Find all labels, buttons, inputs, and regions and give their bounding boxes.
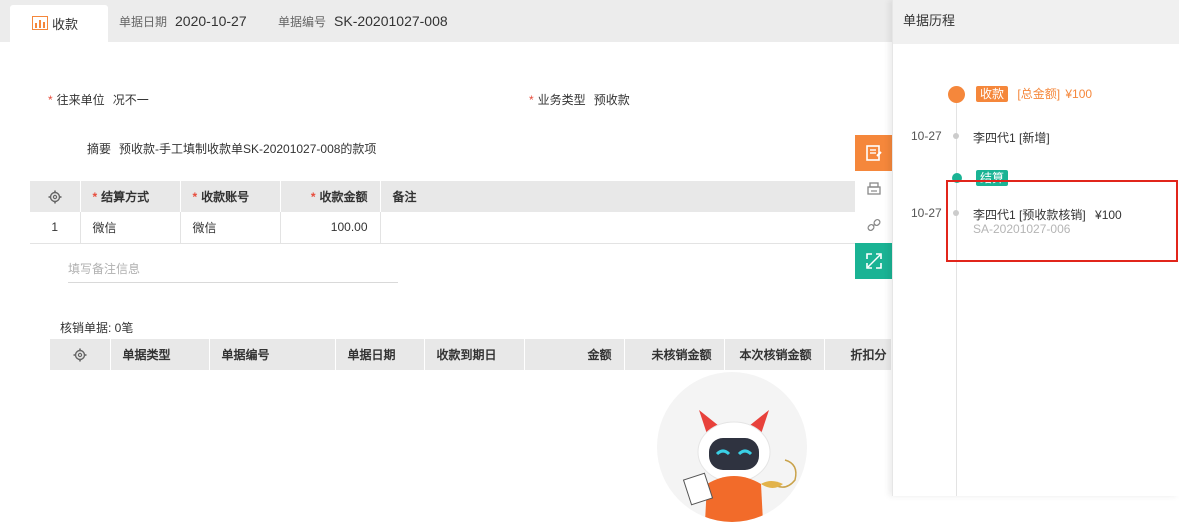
mascot-illustration	[682, 410, 797, 522]
partner-field[interactable]: * 往来单位 况不一	[48, 91, 149, 108]
required-mark: *	[92, 190, 98, 204]
expand-icon	[865, 253, 882, 269]
print-button[interactable]	[855, 171, 892, 207]
history-title: 单据历程	[893, 0, 1179, 44]
edit-note-button[interactable]	[855, 135, 892, 171]
print-icon	[866, 182, 881, 195]
col-amount-label: 收款金额	[319, 190, 368, 204]
tab-label: 收款	[52, 17, 79, 32]
event-date: 10-27	[911, 129, 942, 143]
col-amount: * 收款金额	[280, 181, 381, 212]
required-mark: *	[192, 190, 198, 204]
timeline-node-receipt	[948, 86, 965, 103]
timeline-line	[956, 95, 957, 496]
verify-table-header: 单据类型 单据编号 单据日期 收款到期日 金额 未核销金额 本次核销金额 折扣分	[50, 339, 892, 370]
doc-number: 单据编号 SK-20201027-008	[278, 13, 448, 30]
highlight-box	[946, 180, 1178, 262]
event-date: 10-27	[911, 206, 942, 220]
biztype-value: 预收款	[593, 93, 630, 107]
expand-button[interactable]	[855, 243, 892, 279]
chart-icon	[32, 16, 48, 30]
gear-icon	[73, 348, 87, 362]
col-account-label: 收款账号	[201, 190, 250, 204]
timeline-event-total: 收款 [总金额] ¥100	[976, 85, 1092, 102]
required-mark: *	[529, 93, 534, 107]
link-icon	[866, 218, 881, 232]
doc-date: 单据日期 2020-10-27	[119, 13, 247, 30]
row-method[interactable]: 微信	[80, 212, 181, 244]
payment-table: * 结算方式 * 收款账号 * 收款金额 备注 1 微信 微信 100.00	[30, 181, 892, 244]
partner-value: 况不一	[112, 93, 149, 107]
row-remark[interactable]	[380, 212, 892, 244]
remark-input[interactable]	[68, 256, 398, 283]
payment-table-header: * 结算方式 * 收款账号 * 收款金额 备注	[30, 181, 892, 212]
row-account[interactable]: 微信	[180, 212, 281, 244]
tab-receipt[interactable]: 收款	[10, 5, 108, 42]
verify-count-label: 核销单据: 0笔	[60, 321, 134, 335]
col-account: * 收款账号	[180, 181, 281, 212]
edit-note-icon	[865, 145, 882, 161]
verify-table-settings[interactable]	[50, 339, 111, 370]
doc-date-label: 单据日期	[119, 15, 168, 29]
required-mark: *	[310, 190, 316, 204]
biztype-label: 业务类型	[537, 93, 586, 107]
doc-number-value: SK-20201027-008	[334, 13, 448, 29]
row-amount[interactable]: 100.00	[280, 212, 381, 244]
gear-icon	[48, 190, 62, 204]
col-due-date: 收款到期日	[424, 339, 525, 370]
row-index: 1	[30, 212, 81, 244]
timeline-dot	[953, 133, 959, 139]
mascot-image	[657, 372, 807, 522]
biztype-field[interactable]: * 业务类型 预收款	[529, 91, 630, 108]
doc-number-label: 单据编号	[278, 15, 327, 29]
event-text: 李四代1 [新增]	[973, 131, 1050, 145]
table-settings[interactable]	[30, 181, 81, 212]
verify-table: 单据类型 单据编号 单据日期 收款到期日 金额 未核销金额 本次核销金额 折扣分	[50, 339, 892, 370]
partner-label: 往来单位	[56, 93, 105, 107]
summary-label: 摘要	[87, 142, 112, 156]
summary-value: 预收款-手工填制收款单SK-20201027-008的款项	[119, 142, 377, 156]
col-doc-number: 单据编号	[209, 339, 336, 370]
col-remark: 备注	[380, 181, 892, 212]
total-label: [总金额]	[1017, 87, 1061, 101]
summary-field[interactable]: 摘要 预收款-手工填制收款单SK-20201027-008的款项	[87, 140, 376, 157]
col-unverified: 未核销金额	[624, 339, 725, 370]
col-amount: 金额	[524, 339, 625, 370]
col-discount: 折扣分	[824, 339, 892, 370]
side-toolbar	[855, 135, 892, 279]
doc-date-value: 2020-10-27	[175, 13, 247, 29]
col-doc-type: 单据类型	[110, 339, 210, 370]
col-method: * 结算方式	[80, 181, 181, 212]
col-this-verify: 本次核销金额	[724, 339, 825, 370]
link-button[interactable]	[855, 207, 892, 243]
col-method-label: 结算方式	[101, 190, 150, 204]
total-value: ¥100	[1065, 87, 1093, 101]
receipt-badge: 收款	[976, 86, 1009, 102]
col-doc-date: 单据日期	[335, 339, 425, 370]
header-bar: 收款 单据日期 2020-10-27 单据编号 SK-20201027-008	[0, 0, 892, 42]
table-row[interactable]: 1 微信 微信 100.00	[30, 212, 892, 244]
required-mark: *	[48, 93, 53, 107]
